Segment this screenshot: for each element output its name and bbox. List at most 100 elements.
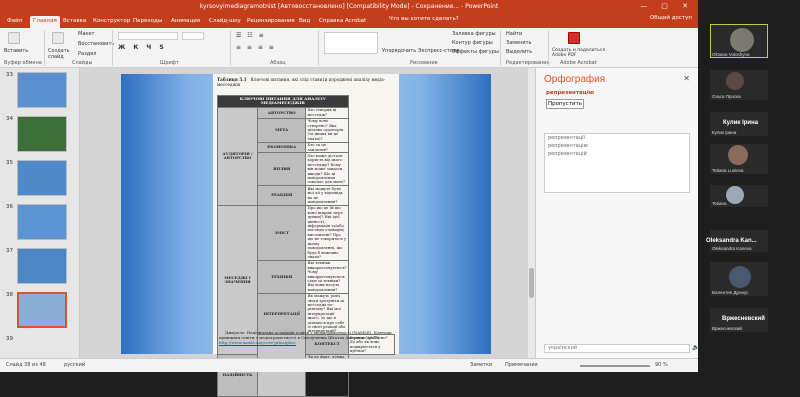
thumbnail-number: 36 <box>6 204 13 210</box>
concept-cell: ТЕХНІКИ <box>256 259 307 294</box>
tab-1[interactable]: Главная <box>30 16 60 28</box>
concept-cell: РЕАКЦІЯ <box>256 185 307 206</box>
shapes-gallery[interactable] <box>324 32 378 54</box>
scrollbar-thumb[interactable] <box>529 268 534 298</box>
avatar <box>730 28 754 52</box>
divider <box>112 30 113 66</box>
notes-button[interactable]: Заметки <box>470 359 492 372</box>
reset-button[interactable]: Восстановить <box>78 41 114 47</box>
ribbon: Вставить Буфер обмена Создать слайд Маке… <box>0 28 698 68</box>
current-slide[interactable]: Таблиця 5.1 Ключові питання, які слід ста… <box>121 74 491 397</box>
avatar <box>728 145 748 165</box>
footnote-link[interactable]: http://www.namle.net/core-principles/ <box>219 340 296 345</box>
thumbnail-number: 38 <box>6 292 13 298</box>
new-slide-button[interactable]: Создать слайд <box>48 48 74 60</box>
section-button[interactable]: Раздел <box>78 51 96 57</box>
shape-effects-button[interactable]: Эффекты фигуры <box>452 49 499 55</box>
slide-thumbnail[interactable] <box>17 72 67 108</box>
share-button[interactable]: Общий доступ <box>650 15 692 21</box>
suggestion-item[interactable]: репрезентацію <box>545 142 689 150</box>
tab-7[interactable]: Рецензирование <box>244 16 298 28</box>
participant-big-name: Вржесневский <box>722 316 765 322</box>
zoom-level[interactable]: 90 % <box>655 359 668 372</box>
vertical-scrollbar[interactable] <box>528 68 535 358</box>
font-format-buttons[interactable]: Ж К Ч S <box>118 44 167 51</box>
textbook-page-image: Таблиця 5.1 Ключові питання, які слід ста… <box>213 74 399 397</box>
divider <box>548 30 549 66</box>
paragraph-list-buttons[interactable]: ☰ ☷ ≡ <box>236 32 266 39</box>
question-cell: Як можуть різні люди зрозуміти ці мессед… <box>305 292 349 336</box>
shape-outline-button[interactable]: Контур фигуры <box>452 40 493 46</box>
drawing-group-label: Рисование <box>410 60 438 66</box>
question-cell: Чому воно створено? Яка цільова аудиторі… <box>305 117 349 143</box>
slide-thumbnail[interactable] <box>17 160 67 196</box>
suggestion-item[interactable]: репрезентацій <box>545 150 689 158</box>
zoom-slider[interactable] <box>580 365 650 367</box>
tab-6[interactable]: Слайд-шоу <box>206 16 244 28</box>
tell-me-search[interactable]: Что вы хотите сделать? <box>389 16 459 22</box>
slide-thumbnails-pane: 33 34 35 36 37 38 39 <box>0 68 80 358</box>
footnote-text: Джерело: Національна асоціація освіти з … <box>219 330 392 340</box>
powerpoint-window: kyrsovyimediagramotnist [Автовосстановле… <box>0 0 699 397</box>
spelling-pane: Орфография ✕ репрезентацію Пропустить ре… <box>535 68 699 358</box>
replace-button[interactable]: Заменить <box>506 40 532 46</box>
suggestion-item[interactable]: репрезентації <box>545 134 689 142</box>
editing-group-label: Редактирование <box>506 60 550 66</box>
create-share-pdf-button[interactable]: Создать и поделиться Adobe PDF <box>552 48 612 58</box>
tab-4[interactable]: Переходы <box>130 16 165 28</box>
slide-counter: Слайд 38 из 48 <box>6 362 46 368</box>
font-group-label: Шрифт <box>160 60 179 66</box>
spelling-pane-title: Орфография <box>544 74 606 85</box>
slide-thumbnail[interactable] <box>17 248 67 284</box>
tab-5[interactable]: Анимация <box>168 16 203 28</box>
misspelled-word: репрезентацію <box>546 90 595 96</box>
concept-cell: ВПЛИВ <box>256 152 307 187</box>
clipboard-group-label: Буфер обмена <box>4 60 42 66</box>
participant-name: Ольга Проска <box>712 94 741 99</box>
slide-thumbnail[interactable] <box>17 292 67 328</box>
participant-name: Tetiana <box>712 201 727 206</box>
paragraph-group-label: Абзац <box>270 60 286 66</box>
shape-fill-button[interactable]: Заливка фигуры <box>452 31 496 37</box>
adobe-pdf-icon[interactable] <box>568 32 580 44</box>
new-slide-icon[interactable] <box>52 32 64 44</box>
slide-thumbnail[interactable] <box>17 204 67 240</box>
slide-thumbnail[interactable] <box>17 116 67 152</box>
paste-button[interactable]: Вставить <box>4 48 28 54</box>
table-header: КЛЮЧОВІ ПИТАННЯ ДЛЯ АНАЛІЗУ МЕДІАМЕСЕДЖІ… <box>217 95 349 108</box>
paste-icon[interactable] <box>8 32 20 44</box>
font-name-box[interactable] <box>118 32 178 40</box>
language-indicator[interactable]: русский <box>64 359 85 372</box>
arrange-button[interactable]: Упорядочить <box>382 48 416 54</box>
close-icon[interactable]: ✕ <box>683 74 690 83</box>
find-button[interactable]: Найти <box>506 31 522 37</box>
avatar <box>729 266 751 288</box>
ribbon-tabs: Файл Главная Вставка Конструктор Переходы Ани… <box>0 13 698 28</box>
comments-button[interactable]: Примечания <box>505 359 538 372</box>
window-controls[interactable]: — ▢ ✕ <box>640 0 694 13</box>
thumbnail-number: 37 <box>6 248 13 254</box>
tab-3[interactable]: Конструктор <box>90 16 133 28</box>
suggestions-list[interactable]: репрезентації репрезентацію репрезентацій <box>544 133 690 193</box>
participant-name: Валентин Дронус <box>712 290 749 295</box>
thumbnail-number: 39 <box>6 336 13 342</box>
tab-8[interactable]: Вид <box>296 16 313 28</box>
select-button[interactable]: Выделить <box>506 49 532 55</box>
thumbnail-number: 35 <box>6 160 13 166</box>
tab-10[interactable]: Acrobat <box>342 16 369 28</box>
source-footnote: Джерело: Національна асоціація освіти з … <box>219 330 394 345</box>
slide-editing-area: Таблиця 5.1 Ключові питання, які слід ста… <box>80 68 535 397</box>
table-row: МЕСЕДЖІ І ЗНАЧЕННЯ ЗМІСТ Про що це (й що в… <box>217 204 395 355</box>
tab-0[interactable]: Файл <box>4 16 25 28</box>
skip-button[interactable]: Пропустить <box>546 99 584 109</box>
participant-name: Tetiana Lunieva <box>712 168 744 173</box>
tab-2[interactable]: Вставка <box>60 16 89 28</box>
paragraph-align-buttons[interactable]: ≡ ≡ ≡ ≡ <box>236 44 276 51</box>
font-size-box[interactable] <box>182 32 204 40</box>
layout-button[interactable]: Макет <box>78 31 94 37</box>
question-cell: Які можуть бути мої дії у відповідь на ц… <box>305 185 349 206</box>
avatar <box>726 186 744 204</box>
concept-cell: ЕКОНОМІКА <box>256 141 307 154</box>
thumbnail-number: 34 <box>6 116 13 122</box>
participant-name: Oksana Voloshyna <box>712 52 750 57</box>
